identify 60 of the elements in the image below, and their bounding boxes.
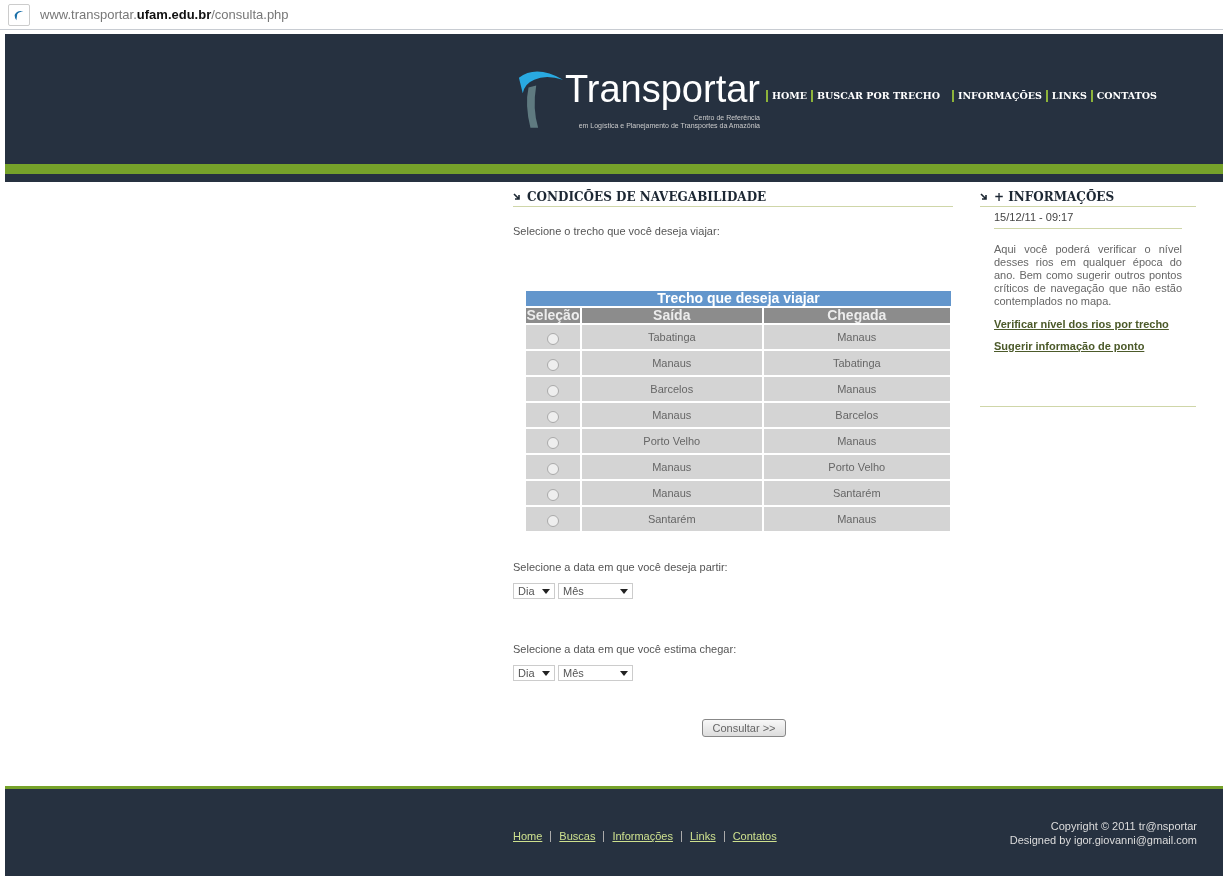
table-caption: Trecho que deseja viajar — [526, 291, 951, 307]
copyright-text: Copyright © 2011 tr@nsportar — [1050, 818, 1197, 833]
table-cell: Manaus — [762, 506, 951, 531]
table-cell: Manaus — [581, 454, 763, 480]
table-cell: Manaus — [581, 402, 763, 428]
footer-link[interactable]: Contatos — [723, 831, 785, 842]
logo-icon — [8, 3, 30, 26]
table-cell: Manaus — [762, 324, 951, 350]
arrow-icon — [513, 193, 521, 201]
submit-button[interactable]: Consultar >> — [701, 719, 787, 737]
footer-link[interactable]: Home — [513, 831, 551, 842]
caret-icon — [620, 670, 628, 676]
radio-button[interactable] — [547, 411, 559, 423]
nav-link[interactable]: BUSCAR POR TRECHO — [811, 90, 944, 102]
nav-link[interactable]: CONTATOS — [1090, 90, 1161, 102]
day-dropdown[interactable]: Dia — [513, 583, 555, 599]
caret-icon — [542, 588, 550, 594]
table-cell: Tabatinga — [581, 324, 763, 350]
table-cell: Manaus — [581, 480, 763, 506]
radio-button[interactable] — [547, 437, 559, 449]
radio-button[interactable] — [547, 489, 559, 501]
designer-text: Designed by igor.giovanni@gmail.com — [1009, 832, 1197, 847]
radio-button[interactable] — [547, 333, 559, 345]
table-cell: Manaus — [581, 350, 763, 376]
info-text: Aqui você poderá verificar o nível desses rios em qualquer época do ano. Bem como sugerir outros pontos críticos de navegação que não estão contemplados no mapa. — [994, 243, 1182, 308]
date-time: 15/12/11 - 09:17 — [994, 211, 1182, 229]
table-cell: Porto Velho — [762, 454, 951, 480]
table-cell: Porto Velho — [581, 428, 763, 454]
section-title: CONDICÕES DE NAVEGABILIDADE — [527, 190, 767, 204]
table-cell: Barcelos — [581, 376, 763, 402]
table-cell: Manaus — [762, 428, 951, 454]
instruction-text: Selecione a data em que você deseja partir: — [513, 561, 729, 573]
instruction-text: Selecione o trecho que você deseja viajar: — [513, 225, 721, 237]
caret-icon — [542, 670, 550, 676]
table-cell: Tabatinga — [762, 350, 951, 376]
footer-link[interactable]: Buscas — [550, 831, 604, 842]
nav-link[interactable]: HOME — [766, 90, 811, 102]
month-dropdown[interactable]: Mês — [558, 583, 633, 599]
instruction-text: Selecione a data em que você estima chegar: — [513, 643, 738, 655]
radio-button[interactable] — [547, 359, 559, 371]
nav-link[interactable]: LINKS — [1045, 90, 1091, 102]
table-cell: Manaus — [762, 376, 951, 402]
radio-button[interactable] — [547, 515, 559, 527]
logo-title: Transportar — [565, 67, 760, 112]
day-dropdown[interactable]: Dia — [513, 665, 555, 681]
info-link[interactable]: Sugerir informação de ponto — [994, 340, 1196, 352]
radio-button[interactable] — [547, 385, 559, 397]
arrow-icon — [980, 193, 988, 201]
caret-icon — [620, 588, 628, 594]
section-title: + INFORMAÇÕES — [994, 190, 1115, 204]
table-cell: Santarém — [762, 480, 951, 506]
table-cell: Santarém — [581, 506, 763, 531]
info-link[interactable]: Verificar nível dos rios por trecho — [994, 318, 1196, 330]
url-text[interactable]: www.transportar.ufam.edu.br/consulta.php — [40, 7, 289, 22]
month-dropdown[interactable]: Mês — [558, 665, 633, 681]
footer-link[interactable]: Informações — [603, 831, 681, 842]
table-cell: Barcelos — [762, 402, 951, 428]
radio-button[interactable] — [547, 463, 559, 475]
footer-link[interactable]: Links — [680, 831, 724, 842]
nav-link[interactable]: INFORMAÇÕES — [951, 90, 1046, 102]
